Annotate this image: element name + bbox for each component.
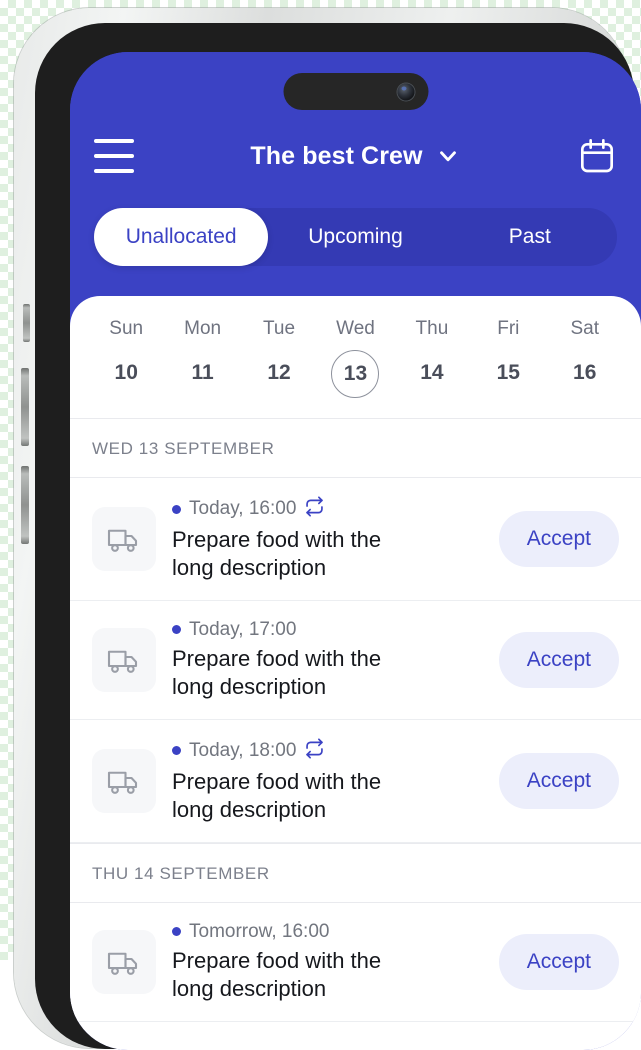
job-details: Today, 16:00 Prepare food with the long … <box>172 496 483 582</box>
status-dot <box>172 746 181 756</box>
table-row[interactable]: Today, 17:00 Prepare food with the long … <box>70 600 641 720</box>
volume-down-button[interactable] <box>21 466 29 544</box>
volume-up-button[interactable] <box>21 368 29 446</box>
day-name: Wed <box>336 318 375 339</box>
truck-icon <box>92 627 156 692</box>
status-dot <box>172 625 181 635</box>
job-time: Today, 17:00 <box>189 618 297 640</box>
tab-upcoming[interactable]: Upcoming <box>268 208 442 266</box>
phone-screen: The best Crew Unallocated Upcoming Past … <box>70 52 641 1050</box>
job-list[interactable]: WED 13 SEPTEMBER Today, 16:00 Prepare fo… <box>70 418 641 1050</box>
day-column-sat[interactable]: Sat 16 <box>547 318 623 398</box>
header-spacer <box>70 266 641 296</box>
day-column-fri[interactable]: Fri 15 <box>470 318 546 398</box>
job-time: Tomorrow, 16:00 <box>189 920 330 942</box>
phone-frame: The best Crew Unallocated Upcoming Past … <box>14 8 641 1050</box>
section-header-wed: WED 13 SEPTEMBER <box>70 418 641 478</box>
top-bar: The best Crew <box>70 124 641 188</box>
section-header-thu: THU 14 SEPTEMBER <box>70 842 641 903</box>
job-meta: Tomorrow, 16:00 <box>172 921 483 943</box>
day-number: 15 <box>496 361 520 384</box>
tab-unallocated[interactable]: Unallocated <box>94 208 269 266</box>
day-number-wrap: 11 <box>180 350 226 396</box>
day-column-thu[interactable]: Thu 14 <box>394 318 470 398</box>
accept-button[interactable]: Accept <box>498 510 619 567</box>
front-camera-icon <box>397 83 414 100</box>
job-title: Prepare food with the long description <box>172 645 382 699</box>
job-meta: Today, 18:00 <box>172 738 483 764</box>
truck-icon <box>92 929 156 994</box>
day-number-wrap-selected: 13 <box>331 350 380 398</box>
hamburger-bar <box>94 139 134 143</box>
day-number-wrap: 14 <box>409 350 455 396</box>
repeat-icon <box>304 738 325 764</box>
day-column-wed[interactable]: Wed 13 <box>317 318 393 398</box>
day-name: Sat <box>570 318 599 339</box>
chevron-down-icon[interactable] <box>435 143 461 169</box>
dynamic-island <box>283 73 428 110</box>
job-details: Today, 17:00 Prepare food with the long … <box>172 619 483 701</box>
day-column-tue[interactable]: Tue 12 <box>241 318 317 398</box>
accept-button[interactable]: Accept <box>498 752 619 809</box>
day-number-wrap: 10 <box>103 350 149 396</box>
day-number-wrap: 12 <box>256 350 302 396</box>
job-time: Today, 18:00 <box>189 739 297 761</box>
day-name: Fri <box>497 318 520 339</box>
job-details: Today, 18:00 Prepare food with the long … <box>172 738 483 824</box>
day-number: 14 <box>420 361 444 384</box>
day-number-wrap: 16 <box>562 350 608 396</box>
table-row[interactable]: Today, 18:00 Prepare food with the long … <box>70 719 641 843</box>
day-column-mon[interactable]: Mon 11 <box>164 318 240 398</box>
day-column-sun[interactable]: Sun 10 <box>88 318 164 398</box>
job-title: Prepare food with the long description <box>172 768 382 822</box>
status-dot <box>172 504 181 514</box>
tab-bar: Unallocated Upcoming Past <box>94 208 617 266</box>
table-row[interactable]: Tomorrow, 16:00 Prepare food with the lo… <box>70 902 641 1022</box>
hamburger-menu-icon[interactable] <box>94 139 134 173</box>
day-name: Sun <box>109 318 144 339</box>
silent-switch-button[interactable] <box>23 304 30 342</box>
status-dot <box>172 927 181 937</box>
tab-past[interactable]: Past <box>443 208 617 266</box>
week-date-strip: Sun 10 Mon 11 Tue 12 Wed 13 Thu 14 Fri 1… <box>70 296 641 418</box>
camera-glint <box>401 86 406 90</box>
hamburger-bar <box>94 169 134 173</box>
day-number: 13 <box>343 362 368 385</box>
repeat-icon <box>304 496 325 522</box>
hamburger-bar <box>94 154 134 158</box>
crew-selector: The best Crew <box>70 124 641 188</box>
truck-icon <box>92 506 156 571</box>
job-details: Tomorrow, 16:00 Prepare food with the lo… <box>172 921 483 1003</box>
day-number: 10 <box>114 361 138 384</box>
calendar-icon[interactable] <box>577 136 617 176</box>
accept-button[interactable]: Accept <box>498 933 619 990</box>
job-meta: Today, 17:00 <box>172 619 483 641</box>
day-number-wrap: 15 <box>485 350 531 396</box>
job-title: Prepare food with the long description <box>172 947 382 1001</box>
truck-icon <box>92 748 156 813</box>
day-number: 11 <box>191 361 214 384</box>
job-time: Today, 16:00 <box>189 498 297 519</box>
day-number: 12 <box>267 361 291 384</box>
day-name: Mon <box>184 318 222 339</box>
day-number: 16 <box>573 361 597 384</box>
accept-button[interactable]: Accept <box>498 631 619 688</box>
content-card: Sun 10 Mon 11 Tue 12 Wed 13 Thu 14 Fri 1… <box>70 296 641 1050</box>
day-name: Thu <box>415 318 449 339</box>
job-title: Prepare food with the long description <box>172 527 382 580</box>
phone-bezel: The best Crew Unallocated Upcoming Past … <box>35 23 641 1050</box>
job-meta: Today, 16:00 <box>172 496 483 522</box>
page-title[interactable]: The best Crew <box>250 142 422 171</box>
app-root: The best Crew Unallocated Upcoming Past … <box>70 52 641 1050</box>
table-row[interactable]: Today, 16:00 Prepare food with the long … <box>70 478 641 601</box>
day-name: Tue <box>263 318 296 339</box>
